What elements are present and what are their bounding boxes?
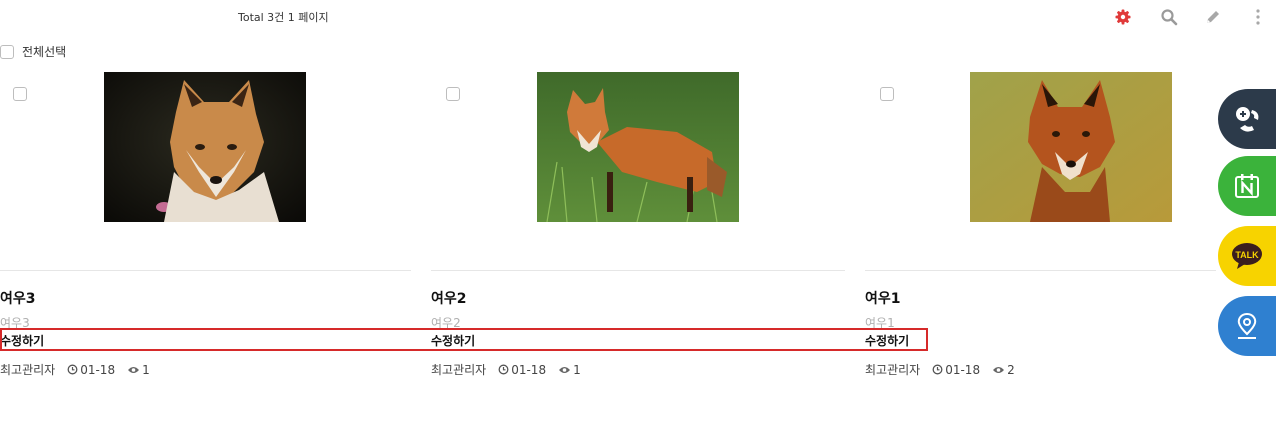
kakao-talk-label: TALK xyxy=(1235,250,1259,260)
view-count: 1 xyxy=(142,362,150,377)
total-count: Total 3건 1 페이지 xyxy=(238,11,329,24)
fox-in-grass-photo[interactable] xyxy=(537,72,739,222)
pencil-icon[interactable] xyxy=(1204,8,1222,26)
select-all-label: 전체선택 xyxy=(22,45,67,59)
author: 최고관리자 xyxy=(865,363,921,377)
item-checkbox[interactable] xyxy=(880,87,894,101)
naver-calendar-icon xyxy=(1235,174,1259,198)
map-pin-icon xyxy=(1237,312,1257,339)
post-meta: 최고관리자 01-18 1 xyxy=(0,361,150,378)
divider xyxy=(0,270,411,271)
post-title[interactable]: 여우2 xyxy=(431,288,467,308)
clock-icon xyxy=(498,364,509,375)
author: 최고관리자 xyxy=(431,363,487,377)
eye-icon xyxy=(128,366,140,373)
post-date: 01-18 xyxy=(80,362,116,377)
post-date: 01-18 xyxy=(945,362,981,377)
gear-icon[interactable] xyxy=(1114,8,1132,26)
author: 최고관리자 xyxy=(0,363,56,377)
eye-icon xyxy=(993,366,1005,373)
map-location-button[interactable] xyxy=(1218,296,1276,356)
checkbox[interactable] xyxy=(0,44,14,59)
phone-plus-icon xyxy=(1236,107,1259,132)
select-all-checkbox[interactable]: 전체선택 xyxy=(0,43,66,60)
red-fox-field-photo[interactable] xyxy=(970,72,1172,222)
highlight-box xyxy=(0,328,928,351)
item-checkbox[interactable] xyxy=(446,87,460,101)
post-title[interactable]: 여우1 xyxy=(865,288,901,308)
search-icon[interactable] xyxy=(1160,8,1178,26)
divider xyxy=(865,270,1216,271)
kakao-talk-button[interactable]: TALK xyxy=(1218,226,1276,286)
divider xyxy=(431,270,845,271)
item-checkbox[interactable] xyxy=(13,87,27,101)
eye-icon xyxy=(559,366,571,373)
phone-consult-button[interactable] xyxy=(1218,89,1276,149)
fox-portrait-photo[interactable] xyxy=(104,72,306,222)
view-count: 2 xyxy=(1007,362,1015,377)
naver-booking-button[interactable] xyxy=(1218,156,1276,216)
post-title[interactable]: 여우3 xyxy=(0,288,36,308)
more-vertical-icon[interactable] xyxy=(1249,8,1267,26)
post-meta: 최고관리자 01-18 2 xyxy=(865,361,1015,378)
view-count: 1 xyxy=(573,362,581,377)
clock-icon xyxy=(932,364,943,375)
post-meta: 최고관리자 01-18 1 xyxy=(431,361,581,378)
post-date: 01-18 xyxy=(511,362,547,377)
clock-icon xyxy=(67,364,78,375)
kakao-talk-icon: TALK xyxy=(1232,243,1262,269)
